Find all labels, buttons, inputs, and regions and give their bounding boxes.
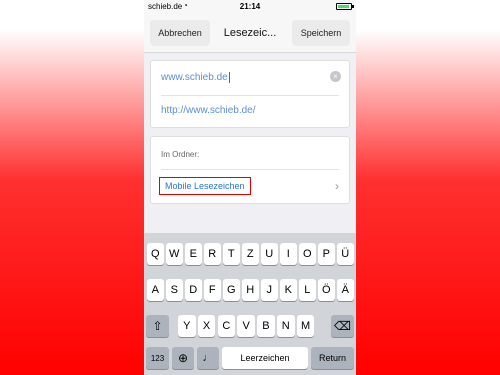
folder-card: Im Ordner: Mobile Lesezeichen › <box>150 136 350 204</box>
key-b[interactable]: B <box>257 315 275 337</box>
key-ü[interactable]: Ü <box>337 243 354 265</box>
globe-icon[interactable]: ⊕ <box>172 347 194 369</box>
numbers-key[interactable]: 123 <box>146 347 169 369</box>
key-m[interactable]: M <box>296 315 315 337</box>
delete-key[interactable]: ⌫ <box>331 315 354 337</box>
key-f[interactable]: F <box>204 279 221 301</box>
navigation-bar: Abbrechen Lesezeic... Speichern <box>144 14 356 53</box>
key-k[interactable]: K <box>280 279 297 301</box>
folder-divider <box>161 169 339 170</box>
key-u[interactable]: U <box>261 243 278 265</box>
key-l[interactable]: L <box>299 279 316 301</box>
folder-selector[interactable]: Mobile Lesezeichen <box>159 177 251 195</box>
save-button[interactable]: Speichern <box>292 20 350 46</box>
key-q[interactable]: Q <box>147 243 164 265</box>
battery-icon <box>336 3 352 10</box>
key-e[interactable]: E <box>185 243 202 265</box>
key-y[interactable]: Y <box>178 315 196 337</box>
key-o[interactable]: O <box>299 243 316 265</box>
key-w[interactable]: W <box>166 243 183 265</box>
bookmark-url-field[interactable]: http://www.schieb.de/ <box>161 105 256 116</box>
bookmark-title-value: www.schieb.de <box>161 72 228 84</box>
key-t[interactable]: T <box>223 243 240 265</box>
key-r[interactable]: R <box>204 243 221 265</box>
onscreen-keyboard: QWERTZUIOPÜ ASDFGHJKLÖÄ YXCVBNM ⇧ ⌫ 123 … <box>144 233 356 375</box>
shift-key[interactable]: ⇧ <box>146 315 169 337</box>
key-i[interactable]: I <box>280 243 297 265</box>
cancel-button[interactable]: Abbrechen <box>150 20 210 46</box>
key-a[interactable]: A <box>147 279 164 301</box>
bookmark-title-field[interactable]: www.schieb.de <box>161 72 230 83</box>
key-ö[interactable]: Ö <box>318 279 335 301</box>
key-p[interactable]: P <box>318 243 335 265</box>
page-title: Lesezeic... <box>223 27 277 39</box>
key-j[interactable]: J <box>261 279 278 301</box>
key-z[interactable]: Z <box>242 243 259 265</box>
key-h[interactable]: H <box>242 279 259 301</box>
phone-screen: schieb.de ◔ 21:14 Abbrechen Lesezeic... … <box>144 0 356 375</box>
key-d[interactable]: D <box>185 279 202 301</box>
status-time: 21:14 <box>239 2 261 11</box>
chevron-right-icon: › <box>335 179 339 193</box>
bookmark-fields-card: www.schieb.de × http://www.schieb.de/ <box>150 60 350 128</box>
key-g[interactable]: G <box>223 279 240 301</box>
status-bar: schieb.de ◔ 21:14 <box>144 0 356 14</box>
space-key[interactable]: Leerzeichen <box>222 347 308 369</box>
text-cursor <box>228 72 230 83</box>
folder-label: Im Ordner: <box>161 150 200 159</box>
key-s[interactable]: S <box>166 279 183 301</box>
key-c[interactable]: C <box>217 315 236 337</box>
clear-text-icon[interactable]: × <box>330 71 341 82</box>
field-divider <box>161 95 339 96</box>
battery-tip <box>352 5 354 8</box>
key-n[interactable]: N <box>277 315 295 337</box>
key-x[interactable]: X <box>197 315 216 337</box>
return-key[interactable]: Return <box>311 347 354 369</box>
microphone-icon[interactable]: ♩ <box>197 347 219 369</box>
key-ä[interactable]: Ä <box>337 279 354 301</box>
key-v[interactable]: V <box>237 315 255 337</box>
